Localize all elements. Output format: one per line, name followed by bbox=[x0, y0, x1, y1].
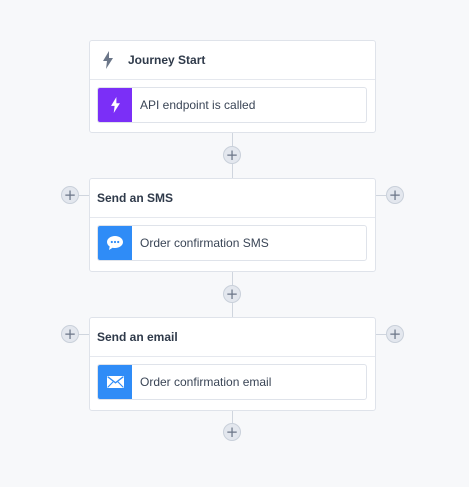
send-email-card[interactable]: Send an email Order confirmation email bbox=[89, 317, 376, 411]
api-endpoint-step[interactable]: API endpoint is called bbox=[97, 87, 367, 123]
connector-line bbox=[79, 334, 89, 335]
lightning-icon bbox=[97, 51, 119, 69]
order-confirmation-sms-step[interactable]: Order confirmation SMS bbox=[97, 225, 367, 261]
connector-line bbox=[376, 195, 386, 196]
send-sms-title: Send an SMS bbox=[97, 191, 174, 205]
add-branch-left-button[interactable]: + bbox=[61, 186, 79, 204]
send-email-header: Send an email bbox=[90, 318, 375, 357]
send-email-title: Send an email bbox=[97, 330, 178, 344]
order-confirmation-email-step[interactable]: Order confirmation email bbox=[97, 364, 367, 400]
add-step-button[interactable]: + bbox=[223, 423, 241, 441]
chat-bubble-icon bbox=[98, 226, 132, 260]
journey-start-header: Journey Start bbox=[90, 41, 375, 80]
add-branch-right-button[interactable]: + bbox=[386, 186, 404, 204]
send-sms-header: Send an SMS bbox=[90, 179, 375, 218]
envelope-icon bbox=[98, 365, 132, 399]
step-label: Order confirmation email bbox=[140, 375, 272, 389]
journey-start-card[interactable]: Journey Start API endpoint is called bbox=[89, 40, 376, 133]
send-sms-card[interactable]: Send an SMS Order confirmation SMS bbox=[89, 178, 376, 272]
journey-canvas: Journey Start API endpoint is called + S… bbox=[0, 0, 469, 487]
add-step-button[interactable]: + bbox=[223, 285, 241, 303]
step-label: Order confirmation SMS bbox=[140, 236, 269, 250]
connector-line bbox=[376, 334, 386, 335]
add-branch-right-button[interactable]: + bbox=[386, 325, 404, 343]
step-label: API endpoint is called bbox=[140, 98, 256, 112]
add-branch-left-button[interactable]: + bbox=[61, 325, 79, 343]
lightning-icon bbox=[98, 88, 132, 122]
journey-start-title: Journey Start bbox=[128, 53, 206, 67]
add-step-button[interactable]: + bbox=[223, 146, 241, 164]
connector-line bbox=[79, 195, 89, 196]
